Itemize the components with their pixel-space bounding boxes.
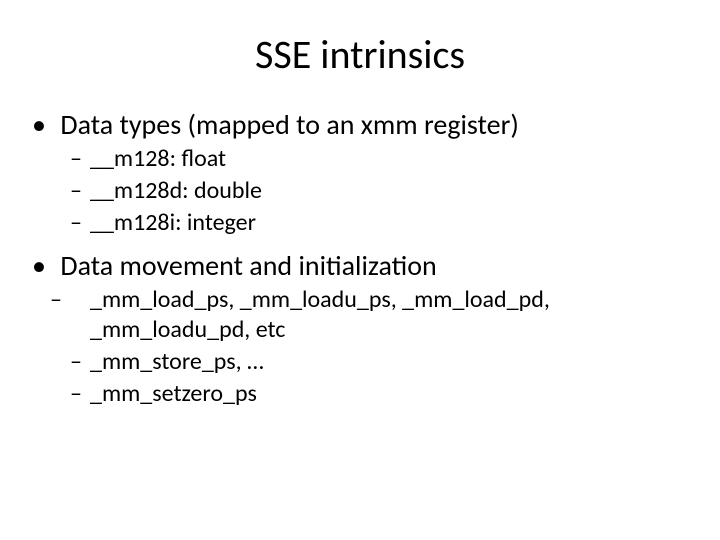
bullet-list: Data types (mapped to an xmm register) –…	[30, 107, 690, 409]
sub-label: _mm_setzero_ps	[90, 379, 257, 408]
sub-label: _mm_store_ps, …	[90, 347, 264, 376]
slide-title: SSE intrinsics	[30, 30, 690, 79]
dash-icon: –	[70, 176, 90, 206]
dash-icon: –	[70, 285, 90, 315]
sub-label: __m128i: integer	[90, 208, 256, 237]
bullet-label: Data types (mapped to an xmm register)	[60, 107, 518, 142]
dash-icon: –	[70, 347, 90, 377]
sub-item: –__m128i: integer	[70, 208, 690, 238]
sub-item: –__m128: float	[70, 144, 690, 174]
sub-item: –_mm_store_ps, …	[70, 347, 690, 377]
sub-item: –_mm_load_ps, _mm_loadu_ps, _mm_load_pd,…	[70, 285, 690, 345]
sub-label: _mm_load_ps, _mm_loadu_ps, _mm_load_pd, …	[90, 285, 550, 344]
sub-item: –__m128d: double	[70, 176, 690, 206]
sub-list: –__m128: float –__m128d: double –__m128i…	[36, 144, 690, 238]
bullet-data-types: Data types (mapped to an xmm register) –…	[36, 107, 690, 238]
sub-label: __m128d: double	[90, 176, 262, 205]
dash-icon: –	[70, 144, 90, 174]
sub-label: __m128: float	[90, 144, 226, 173]
sub-list: –_mm_load_ps, _mm_loadu_ps, _mm_load_pd,…	[36, 285, 690, 409]
dash-icon: –	[70, 208, 90, 238]
bullet-data-movement: Data movement and initialization –_mm_lo…	[36, 248, 690, 409]
slide: SSE intrinsics Data types (mapped to an …	[0, 0, 720, 540]
sub-item: –_mm_setzero_ps	[70, 379, 690, 409]
dash-icon: –	[70, 379, 90, 409]
bullet-label: Data movement and initialization	[60, 248, 436, 283]
